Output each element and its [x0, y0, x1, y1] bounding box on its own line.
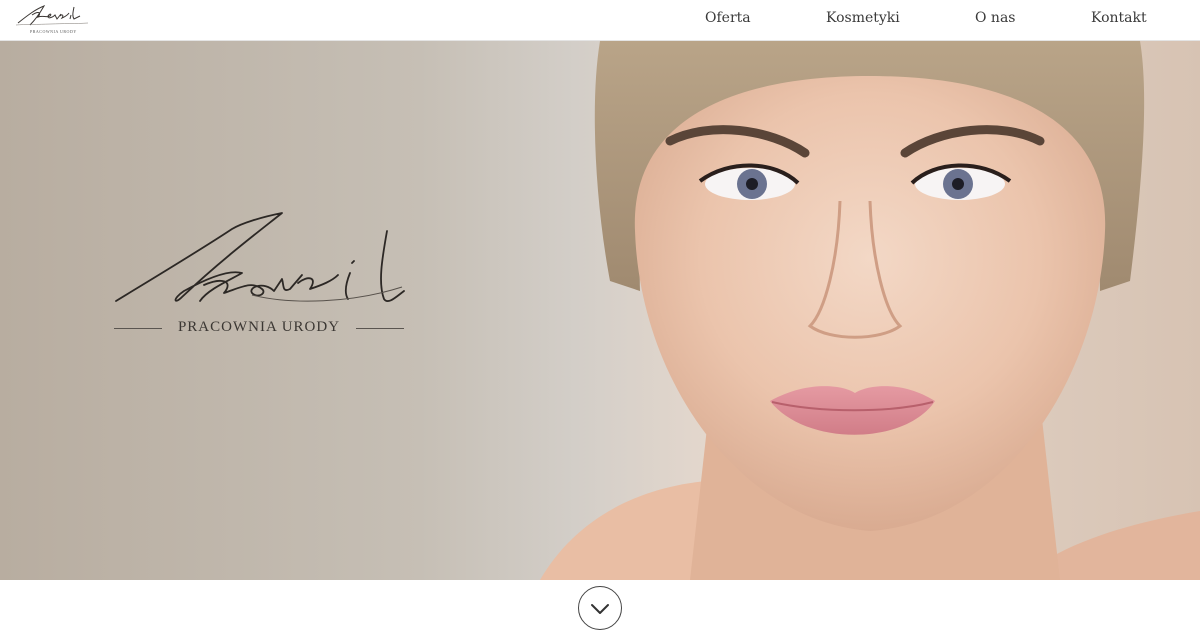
logo-small-tagline: PRACOWNIA URODY: [30, 29, 77, 34]
tagline-rule-right: [356, 328, 404, 329]
nav-item-kontakt[interactable]: Kontakt: [1091, 10, 1147, 26]
top-navigation-bar: PRACOWNIA URODY Oferta Kosmetyki O nas K…: [0, 0, 1200, 41]
scroll-down-button[interactable]: [578, 586, 622, 630]
hero-brand-logo: PRACOWNIA URODY: [112, 209, 407, 344]
nav-item-kosmetyki[interactable]: Kosmetyki: [826, 10, 900, 26]
portrait-photo: [540, 41, 1200, 580]
nav-item-o-nas[interactable]: O nas: [975, 10, 1015, 26]
hero-banner: PRACOWNIA URODY: [0, 41, 1200, 580]
site-logo-link[interactable]: PRACOWNIA URODY: [14, 3, 90, 37]
brand-tagline: PRACOWNIA URODY: [177, 319, 341, 335]
tagline-rule-left: [114, 328, 162, 329]
brand-script-logo-icon: [115, 212, 405, 303]
nav-item-oferta[interactable]: Oferta: [705, 10, 751, 26]
logo-script-icon: [15, 5, 89, 26]
chevron-down-icon: [591, 604, 609, 614]
